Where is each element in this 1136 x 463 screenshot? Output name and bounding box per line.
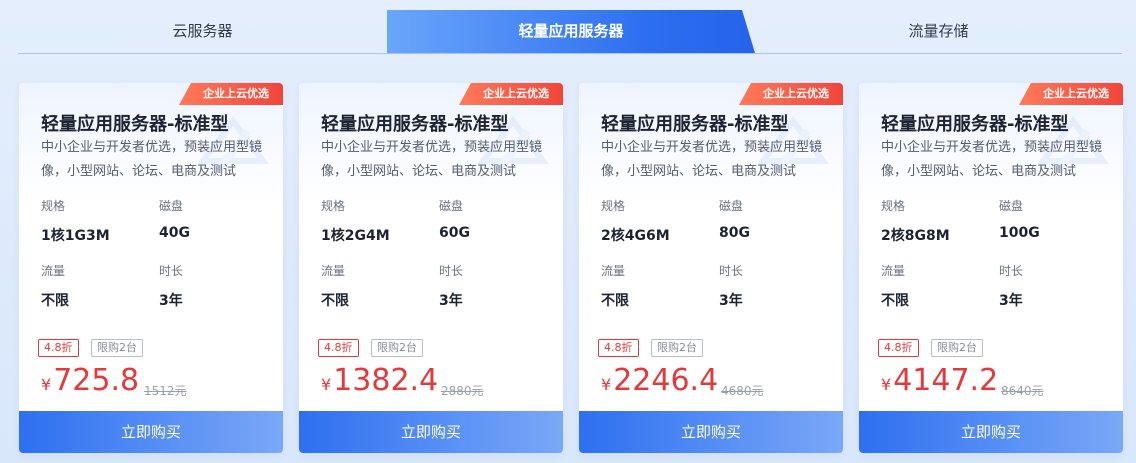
traffic-label: 流量 — [321, 264, 346, 278]
duration-label: 时长 — [439, 264, 464, 278]
price: ¥1382.4 — [321, 363, 438, 398]
price-value: 725.8 — [53, 363, 140, 398]
promo-badge: 企业上云优选 — [459, 83, 563, 105]
spec-value: 2核4G6M — [601, 228, 670, 244]
currency-symbol: ¥ — [321, 375, 332, 394]
price: ¥4147.2 — [881, 363, 998, 398]
traffic-label: 流量 — [601, 264, 626, 278]
buy-now-button[interactable]: 立即购买 — [579, 411, 843, 453]
discount-tag: 4.8折 — [598, 339, 639, 357]
card-title: 轻量应用服务器-标准型 — [881, 114, 1069, 135]
page: 云服务器 轻量应用服务器 流量存储 企业上云优选 轻量应用服务器-标准型 中小企… — [0, 0, 1136, 463]
promo-badge: 企业上云优选 — [739, 83, 843, 105]
card-title: 轻量应用服务器-标准型 — [601, 114, 789, 135]
price: ¥725.8 — [41, 363, 139, 398]
product-card: 企业上云优选 轻量应用服务器-标准型 中小企业与开发者优选，预装应用型镜像，小型… — [299, 83, 563, 453]
buy-now-button[interactable]: 立即购买 — [859, 411, 1123, 453]
spec-label: 规格 — [601, 199, 626, 213]
card-description: 中小企业与开发者优选，预装应用型镜像，小型网站、论坛、电商及测试 — [321, 140, 543, 179]
currency-symbol: ¥ — [41, 375, 52, 394]
currency-symbol: ¥ — [881, 375, 892, 394]
purchase-limit-tag: 限购2台 — [371, 339, 423, 357]
disk-label: 磁盘 — [439, 199, 464, 213]
traffic-value: 不限 — [41, 293, 69, 309]
traffic-value: 不限 — [881, 293, 909, 309]
currency-symbol: ¥ — [601, 375, 612, 394]
spec-value: 1核1G3M — [41, 228, 110, 244]
disk-value: 100G — [999, 225, 1040, 241]
spec-value: 1核2G4M — [321, 228, 390, 244]
original-price: 2880元 — [441, 384, 484, 398]
traffic-label: 流量 — [881, 264, 906, 278]
disk-label: 磁盘 — [719, 199, 744, 213]
disk-label: 磁盘 — [159, 199, 184, 213]
promo-badge: 企业上云优选 — [179, 83, 283, 105]
card-title: 轻量应用服务器-标准型 — [321, 114, 509, 135]
traffic-value: 不限 — [601, 293, 629, 309]
traffic-label: 流量 — [41, 264, 66, 278]
product-card: 企业上云优选 轻量应用服务器-标准型 中小企业与开发者优选，预装应用型镜像，小型… — [19, 83, 283, 453]
price-value: 4147.2 — [893, 363, 999, 398]
product-card: 企业上云优选 轻量应用服务器-标准型 中小企业与开发者优选，预装应用型镜像，小型… — [859, 83, 1123, 453]
tabs-divider — [18, 53, 1122, 54]
duration-value: 3年 — [159, 293, 183, 309]
traffic-value: 不限 — [321, 293, 349, 309]
duration-label: 时长 — [999, 264, 1024, 278]
discount-tag: 4.8折 — [318, 339, 359, 357]
duration-label: 时长 — [159, 264, 184, 278]
purchase-limit-tag: 限购2台 — [91, 339, 143, 357]
price-value: 1382.4 — [333, 363, 439, 398]
disk-label: 磁盘 — [999, 199, 1024, 213]
purchase-limit-tag: 限购2台 — [651, 339, 703, 357]
buy-now-button[interactable]: 立即购买 — [299, 411, 563, 453]
tab-lightweight-server[interactable]: 轻量应用服务器 — [387, 10, 755, 53]
purchase-limit-tag: 限购2台 — [931, 339, 983, 357]
duration-value: 3年 — [719, 293, 743, 309]
tab-traffic-storage[interactable]: 流量存储 — [755, 10, 1122, 53]
original-price: 1512元 — [144, 384, 187, 398]
card-description: 中小企业与开发者优选，预装应用型镜像，小型网站、论坛、电商及测试 — [41, 140, 263, 179]
disk-value: 40G — [159, 225, 190, 241]
card-description: 中小企业与开发者优选，预装应用型镜像，小型网站、论坛、电商及测试 — [601, 140, 823, 179]
tab-cloud-server[interactable]: 云服务器 — [18, 10, 387, 53]
product-tabs: 云服务器 轻量应用服务器 流量存储 — [18, 10, 1122, 54]
original-price: 4680元 — [721, 384, 764, 398]
spec-value: 2核8G8M — [881, 228, 950, 244]
spec-label: 规格 — [321, 199, 346, 213]
product-card: 企业上云优选 轻量应用服务器-标准型 中小企业与开发者优选，预装应用型镜像，小型… — [579, 83, 843, 453]
card-description: 中小企业与开发者优选，预装应用型镜像，小型网站、论坛、电商及测试 — [881, 140, 1103, 179]
card-title: 轻量应用服务器-标准型 — [41, 114, 229, 135]
spec-label: 规格 — [881, 199, 906, 213]
discount-tag: 4.8折 — [38, 339, 79, 357]
duration-value: 3年 — [999, 293, 1023, 309]
price: ¥2246.4 — [601, 363, 718, 398]
disk-value: 60G — [439, 225, 470, 241]
original-price: 8640元 — [1001, 384, 1044, 398]
price-value: 2246.4 — [613, 363, 719, 398]
buy-now-button[interactable]: 立即购买 — [19, 411, 283, 453]
promo-badge: 企业上云优选 — [1019, 83, 1123, 105]
discount-tag: 4.8折 — [878, 339, 919, 357]
disk-value: 80G — [719, 225, 750, 241]
spec-label: 规格 — [41, 199, 66, 213]
duration-value: 3年 — [439, 293, 463, 309]
duration-label: 时长 — [719, 264, 744, 278]
